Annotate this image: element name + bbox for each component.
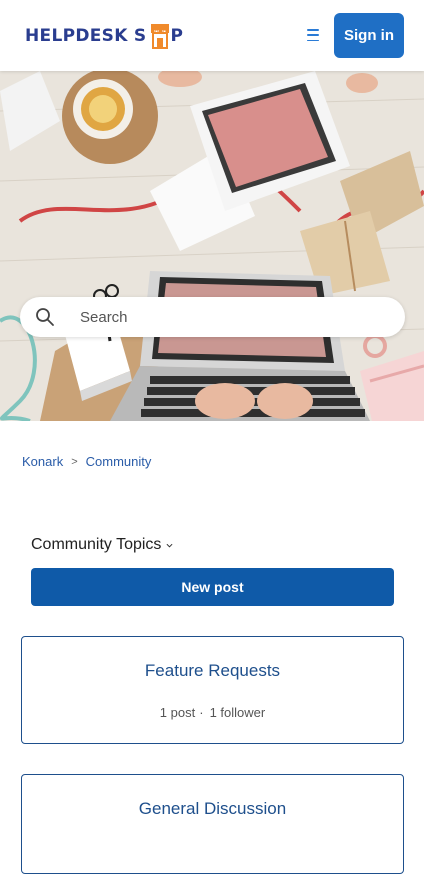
topic-meta: 1 post · 1 follower [22,705,403,720]
follower-count: 1 follower [209,705,266,720]
breadcrumb-item-community[interactable]: Community [86,454,152,469]
hamburger-menu-icon[interactable] [307,29,319,41]
search-icon [36,308,54,326]
site-header: HELPDESK S P Sign in [0,0,424,71]
helpdesk-shop-logo[interactable]: HELPDESK S P [25,20,183,52]
community-topics-dropdown[interactable]: Community Topics [31,536,173,554]
topic-card-general-discussion[interactable]: General Discussion [21,774,404,874]
sign-in-button[interactable]: Sign in [334,13,404,58]
topic-card-feature-requests[interactable]: Feature Requests 1 post · 1 follower [21,636,404,744]
logo-text-part2: P [170,26,184,46]
chevron-right-icon: > [71,455,78,468]
topic-title[interactable]: Feature Requests [22,661,403,681]
new-post-button[interactable]: New post [31,568,394,606]
store-icon [149,23,170,49]
workspace-laptop-photo [0,71,424,421]
topics-title: Community Topics [31,536,162,553]
topic-title[interactable]: General Discussion [22,799,403,819]
post-count: 1 post [159,705,196,720]
search-input[interactable] [80,297,380,337]
chevron-down-icon [166,543,173,548]
logo-text-part1: HELPDESK S [25,26,147,46]
search-bar[interactable] [20,297,405,337]
breadcrumb: Konark > Community [22,454,151,469]
hero-banner [0,71,424,421]
breadcrumb-item-konark[interactable]: Konark [22,454,63,469]
separator-dot: · [199,705,204,720]
